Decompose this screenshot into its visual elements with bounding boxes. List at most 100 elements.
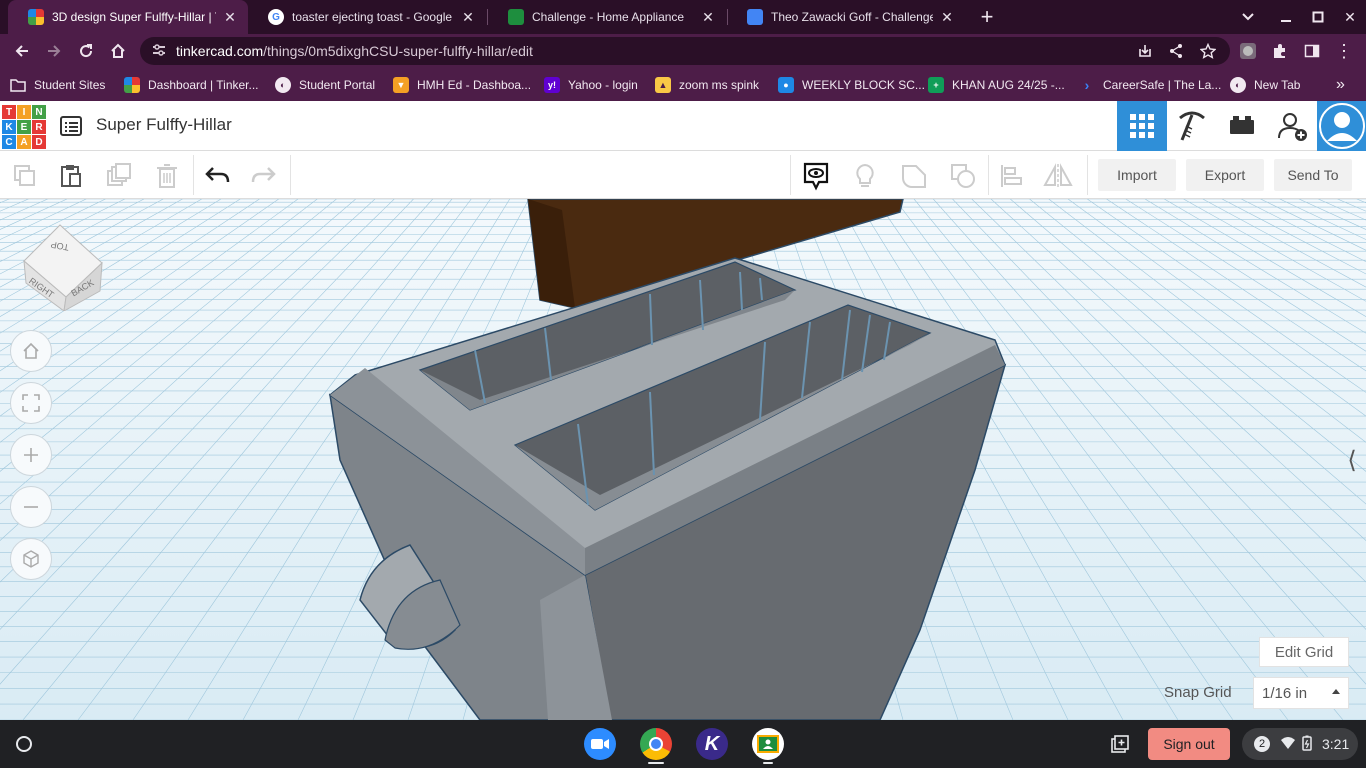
tab-title: Challenge - Home Appliance <box>532 10 685 24</box>
send-to-button[interactable]: Send To <box>1274 159 1352 191</box>
bookmark-label: Student Portal <box>299 78 376 92</box>
zoom-app[interactable] <box>584 728 616 760</box>
tab-challenge[interactable]: Challenge - Home Appliance ✕ <box>488 0 726 34</box>
tab-search-icon[interactable] <box>1236 5 1260 29</box>
bookmark-student-portal[interactable]: ◐ Student Portal <box>275 75 375 95</box>
launcher-button[interactable] <box>8 728 40 760</box>
bookmark-new-tab[interactable]: ◐ New Tab <box>1230 75 1300 95</box>
bookmark-hmh[interactable]: ▼ HMH Ed - Dashboa... <box>393 75 531 95</box>
zoom-out-button[interactable] <box>10 486 52 528</box>
toaster-body[interactable] <box>328 257 1007 720</box>
caret-up-icon <box>1332 689 1340 694</box>
new-tab-button[interactable]: + <box>975 4 999 29</box>
blocks-view-button[interactable] <box>1167 101 1217 151</box>
copy-button[interactable] <box>10 161 40 191</box>
forward-icon[interactable] <box>42 39 66 63</box>
restore-icon[interactable] <box>1306 5 1330 29</box>
redo-button[interactable] <box>249 161 279 191</box>
globe-icon: ◐ <box>1230 77 1246 93</box>
extension-screen-icon[interactable] <box>1236 39 1260 63</box>
extensions-puzzle-icon[interactable] <box>1268 39 1292 63</box>
sheets-icon: + <box>928 77 944 93</box>
site-info-icon[interactable] <box>152 43 166 59</box>
design-list-icon[interactable] <box>59 114 83 138</box>
chrome-app[interactable] <box>640 728 672 760</box>
bookmark-label: zoom ms spink <box>679 78 760 92</box>
fit-view-button[interactable] <box>10 382 52 424</box>
kahoot-icon[interactable]: K <box>696 728 728 760</box>
snap-grid-select[interactable]: 1/16 in <box>1253 677 1349 709</box>
screen-capture-button[interactable] <box>1104 728 1136 760</box>
star-icon[interactable] <box>1196 39 1220 63</box>
paste-button[interactable] <box>56 161 86 191</box>
bookmark-khan[interactable]: + KHAN AUG 24/25 -... <box>928 75 1065 95</box>
classroom-icon <box>757 735 779 753</box>
tab-google-search[interactable]: G toaster ejecting toast - Google Sc ✕ <box>248 0 486 34</box>
chrome-icon <box>649 737 663 751</box>
align-icon <box>1001 165 1022 187</box>
bookmark-weekly-block[interactable]: ● WEEKLY BLOCK SC... <box>778 75 925 95</box>
close-window-icon[interactable]: ✕ <box>1338 5 1362 29</box>
chevron-left-icon[interactable]: ⟨ <box>1338 437 1366 483</box>
view-cube[interactable]: TOP RIGHT BACK <box>20 221 106 312</box>
share-icon[interactable] <box>1164 39 1188 63</box>
group-button[interactable] <box>899 161 929 191</box>
duplicate-icon <box>107 163 131 186</box>
sign-out-button[interactable]: Sign out <box>1148 728 1230 760</box>
status-tray[interactable]: 2 3:21 <box>1242 728 1358 760</box>
show-all-button[interactable] <box>801 161 831 191</box>
bookmark-yahoo[interactable]: y! Yahoo - login <box>544 75 638 95</box>
bookmarks-overflow-icon[interactable]: » <box>1336 75 1345 95</box>
zoom-in-button[interactable] <box>10 434 52 476</box>
back-icon[interactable] <box>10 39 34 63</box>
side-panel-icon[interactable] <box>1300 39 1324 63</box>
mirror-button[interactable] <box>1043 161 1073 191</box>
minimize-icon[interactable] <box>1274 5 1298 29</box>
tinkercad-icon <box>28 9 44 25</box>
workplane[interactable]: TOP RIGHT BACK ⟨ Edit Grid Snap Grid 1/1… <box>0 199 1366 720</box>
home-view-button[interactable] <box>10 330 52 372</box>
hint-button[interactable] <box>850 161 880 191</box>
tinkercad-header: T I N K E R C A D Super Fulffy-Hillar <box>0 101 1366 151</box>
delete-button[interactable] <box>152 161 182 191</box>
bookmark-zoom[interactable]: ▲ zoom ms spink <box>655 75 759 95</box>
perspective-button[interactable] <box>10 538 52 580</box>
bookmark-careersafe[interactable]: › CareerSafe | The La... <box>1079 75 1222 95</box>
design-title[interactable]: Super Fulffy-Hillar <box>96 115 232 135</box>
close-icon[interactable]: ✕ <box>222 9 238 25</box>
invite-user-button[interactable] <box>1267 101 1317 151</box>
bookmark-student-sites[interactable]: Student Sites <box>10 75 105 95</box>
more-menu-icon[interactable]: ⋮ <box>1332 39 1356 63</box>
bricks-view-button[interactable] <box>1217 101 1267 151</box>
duplicate-button[interactable] <box>104 161 134 191</box>
classroom-app[interactable] <box>752 728 784 760</box>
close-icon[interactable]: ✕ <box>939 9 955 25</box>
export-button[interactable]: Export <box>1186 159 1264 191</box>
toolbar-divider <box>290 155 291 195</box>
3d-view-button[interactable] <box>1117 101 1167 151</box>
tab-tinkercad[interactable]: 3D design Super Fulffy-Hillar | Ti ✕ <box>8 0 248 34</box>
reload-icon[interactable] <box>74 39 98 63</box>
address-bar[interactable]: tinkercad.com/things/0m5dixghCSU-super-f… <box>140 37 1230 65</box>
edit-grid-button[interactable]: Edit Grid <box>1259 637 1349 667</box>
close-icon[interactable]: ✕ <box>460 9 476 25</box>
snap-grid-value: 1/16 in <box>1262 684 1308 702</box>
avatar[interactable] <box>1317 101 1366 151</box>
bookmark-dashboard-tinkercad[interactable]: Dashboard | Tinker... <box>124 75 259 95</box>
tab-doc[interactable]: Theo Zawacki Goff - Challenge - ✕ <box>727 0 965 34</box>
url-host: tinkercad.com <box>176 43 264 59</box>
undo-button[interactable] <box>202 161 232 191</box>
group-icon <box>902 165 926 188</box>
toolbar-divider <box>988 155 989 195</box>
toaster-model[interactable] <box>0 199 1366 720</box>
align-button[interactable] <box>996 161 1026 191</box>
import-button[interactable]: Import <box>1098 159 1176 191</box>
home-icon[interactable] <box>106 39 130 63</box>
google-icon: G <box>268 9 284 25</box>
install-icon[interactable] <box>1133 39 1157 63</box>
tinkercad-logo[interactable]: T I N K E R C A D <box>2 105 46 149</box>
close-icon[interactable]: ✕ <box>700 9 716 25</box>
bookmark-label: New Tab <box>1254 78 1301 92</box>
ungroup-button[interactable] <box>948 161 978 191</box>
logo-letter: C <box>2 135 16 149</box>
